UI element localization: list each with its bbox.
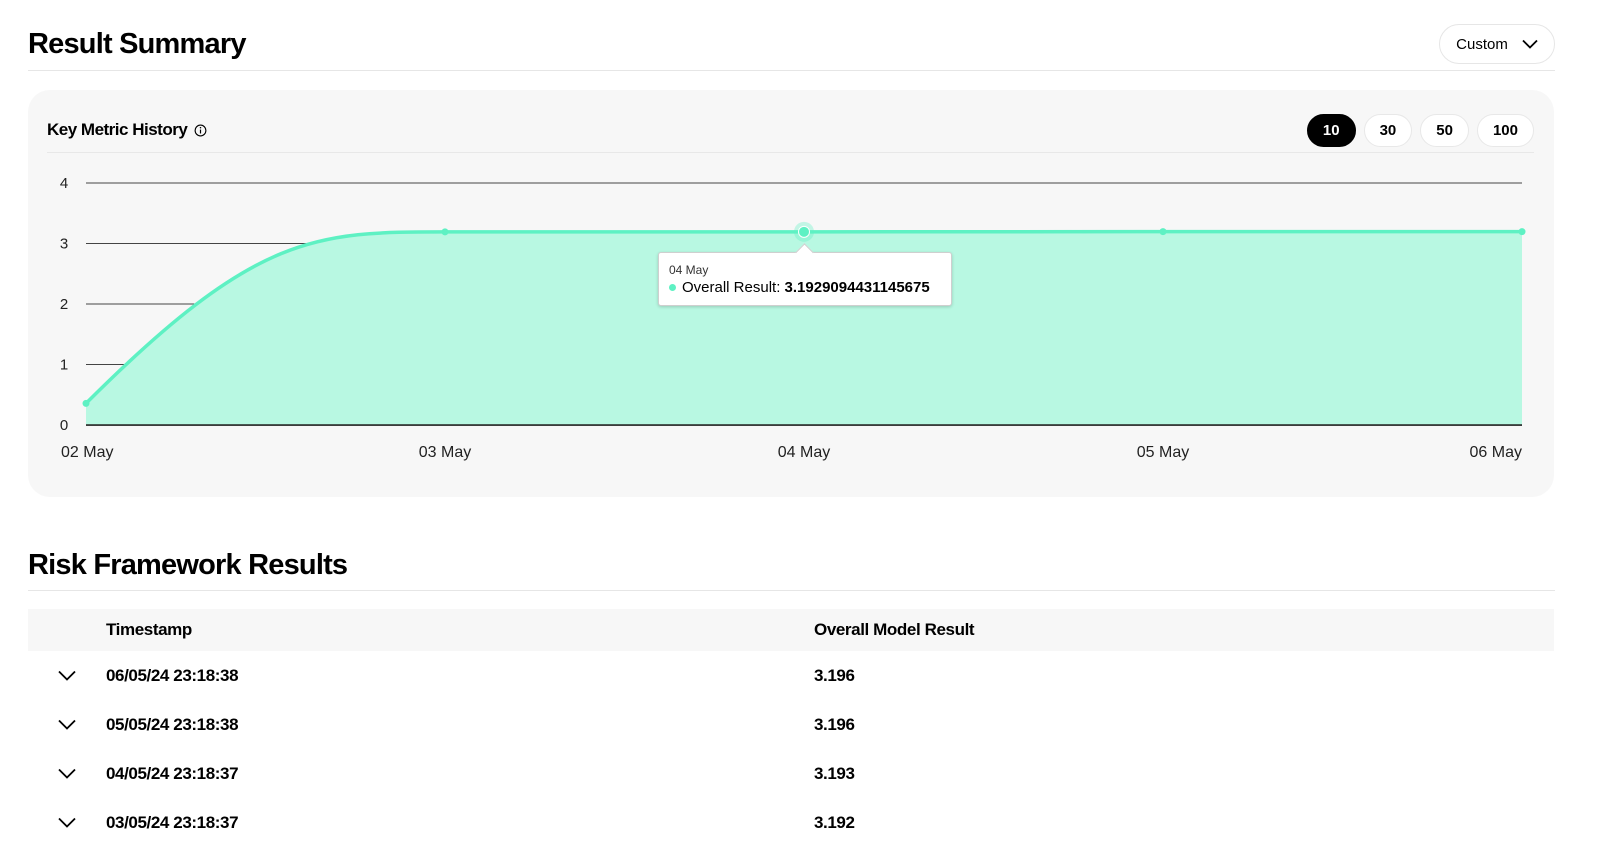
- x-tick-label: 06 May: [1470, 444, 1522, 461]
- column-timestamp[interactable]: Timestamp: [106, 620, 814, 640]
- row-timestamp: 06/05/24 23:18:38: [106, 665, 239, 685]
- chevron-down-icon: [58, 719, 76, 730]
- x-tick-label: 02 May: [61, 444, 113, 461]
- expand-row-button[interactable]: [56, 812, 78, 834]
- table-header: Timestamp Overall Model Result: [28, 609, 1554, 651]
- chevron-down-icon: [58, 670, 76, 681]
- y-tick-label: 2: [60, 296, 68, 313]
- expand-row-button[interactable]: [56, 714, 78, 736]
- chart-tooltip: 04 May Overall Result: 3.192909443114567…: [658, 243, 952, 306]
- row-result: 3.193: [814, 763, 855, 783]
- y-tick-label: 4: [60, 175, 68, 192]
- tooltip-row: Overall Result: 3.1929094431145675: [669, 278, 941, 298]
- table-row: 05/05/24 23:18:38 3.196: [28, 700, 1554, 749]
- x-tick-label: 03 May: [419, 444, 471, 461]
- y-tick-label: 3: [60, 236, 68, 253]
- row-timestamp: 05/05/24 23:18:38: [106, 714, 239, 734]
- tooltip-date: 04 May: [669, 263, 709, 277]
- chevron-down-icon: [58, 817, 76, 828]
- page-title: Result Summary: [28, 27, 246, 60]
- period-select[interactable]: Custom: [1439, 24, 1555, 64]
- column-overall-result[interactable]: Overall Model Result: [814, 620, 1554, 640]
- expand-row-button[interactable]: [56, 665, 78, 687]
- data-point: [82, 399, 90, 407]
- result-summary-header: Result Summary Custom: [28, 18, 1555, 71]
- results-table: Timestamp Overall Model Result 06/05/24 …: [28, 609, 1554, 847]
- risk-title: Risk Framework Results: [28, 548, 348, 581]
- tooltip-series-dot: [669, 283, 676, 291]
- table-row: 04/05/24 23:18:37 3.193: [28, 749, 1554, 798]
- key-metric-card: Key Metric History 10 30 50 100 0 1 2 3 4 02 …: [28, 90, 1554, 497]
- hover-point: [798, 225, 810, 238]
- x-tick-label: 05 May: [1137, 444, 1189, 461]
- row-timestamp: 03/05/24 23:18:37: [106, 812, 239, 832]
- data-point: [1159, 228, 1167, 236]
- y-tick-label: 0: [60, 417, 68, 434]
- chevron-down-icon: [1522, 39, 1538, 49]
- risk-header: Risk Framework Results: [28, 540, 1555, 591]
- expand-row-button[interactable]: [56, 763, 78, 785]
- tooltip-value: 3.1929094431145675: [784, 279, 930, 296]
- row-timestamp: 04/05/24 23:18:37: [106, 763, 239, 783]
- tooltip-series-label: Overall Result:: [682, 279, 781, 296]
- data-point: [1518, 228, 1526, 236]
- x-tick-label: 04 May: [778, 444, 830, 461]
- row-result: 3.192: [814, 812, 855, 832]
- y-tick-label: 1: [60, 357, 68, 374]
- data-point: [441, 228, 449, 236]
- row-result: 3.196: [814, 714, 855, 734]
- table-row: 06/05/24 23:18:38 3.196: [28, 651, 1554, 700]
- chevron-down-icon: [58, 768, 76, 779]
- row-result: 3.196: [814, 665, 855, 685]
- table-row: 03/05/24 23:18:37 3.192: [28, 798, 1554, 847]
- period-select-label: Custom: [1456, 35, 1508, 53]
